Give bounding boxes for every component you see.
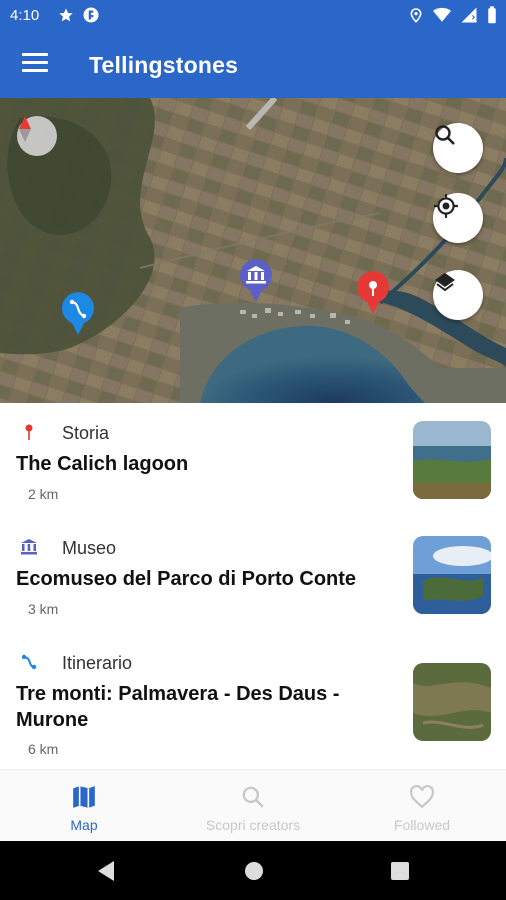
place-category: Itinerario	[62, 653, 133, 673]
places-list: Storia The Calich lagoon 2 km Museo Ecom…	[0, 403, 506, 769]
place-name: The Calich lagoon	[16, 453, 189, 475]
layers-icon	[435, 273, 455, 292]
bottom-navigation: Map Scopri creators Followed	[0, 769, 506, 841]
back-icon[interactable]	[96, 860, 116, 882]
map-view[interactable]	[0, 98, 506, 403]
map-icon	[73, 786, 95, 808]
story-pin-icon	[25, 424, 33, 440]
compass-icon[interactable]	[17, 116, 57, 156]
map-search-button[interactable]	[433, 123, 483, 173]
place-thumbnail	[413, 663, 491, 741]
place-item-ecomuseo[interactable]: Museo Ecomuseo del Parco di Porto Conte …	[0, 518, 506, 633]
system-navigation-bar	[0, 841, 506, 900]
nav-map-label: Map	[70, 817, 98, 833]
app-notification-icon	[83, 7, 99, 23]
recents-icon[interactable]	[390, 860, 410, 882]
place-thumbnail	[413, 536, 491, 614]
app-title: Tellingstones	[89, 52, 239, 78]
nav-followed[interactable]: Followed	[338, 770, 506, 842]
place-item-tre-monti[interactable]: Itinerario Tre monti: Palmavera - Des Da…	[0, 633, 506, 769]
place-distance: 6 km	[28, 741, 59, 757]
place-distance: 2 km	[28, 486, 59, 502]
museum-icon	[21, 539, 37, 555]
app-bar: Tellingstones	[0, 32, 506, 98]
my-location-icon	[434, 194, 458, 218]
status-bar: 4:10	[0, 0, 506, 32]
status-time: 4:10	[10, 7, 40, 24]
star-icon	[59, 8, 73, 22]
place-thumbnail	[413, 421, 491, 499]
story-pin-icon	[357, 271, 389, 314]
signal-icon	[461, 7, 477, 23]
search-icon	[435, 125, 455, 145]
place-distance: 3 km	[28, 601, 59, 617]
nav-map[interactable]: Map	[0, 770, 168, 842]
search-icon	[242, 786, 264, 808]
museum-pin-icon	[240, 259, 272, 302]
nav-scopri-creators[interactable]: Scopri creators	[169, 770, 337, 842]
my-location-button[interactable]	[433, 193, 483, 243]
map-layers-button[interactable]	[433, 270, 483, 320]
place-category: Museo	[62, 538, 117, 558]
itinerary-icon	[21, 654, 37, 670]
place-name: Tre monti: Palmavera - Des Daus - Murone	[16, 683, 340, 731]
location-icon	[410, 8, 422, 23]
place-category: Storia	[62, 423, 110, 443]
nav-scopri-creators-label: Scopri creators	[205, 817, 301, 833]
place-name: Ecomuseo del Parco di Porto Conte	[16, 568, 357, 590]
itinerary-pin-icon	[62, 292, 94, 335]
wifi-icon	[433, 7, 451, 22]
home-icon[interactable]	[244, 860, 264, 882]
menu-icon[interactable]	[22, 53, 48, 77]
battery-icon	[488, 6, 496, 24]
nav-followed-label: Followed	[393, 817, 451, 833]
place-item-calich-lagoon[interactable]: Storia The Calich lagoon 2 km	[0, 403, 506, 518]
satellite-imagery	[0, 98, 506, 403]
heart-icon	[410, 784, 434, 809]
